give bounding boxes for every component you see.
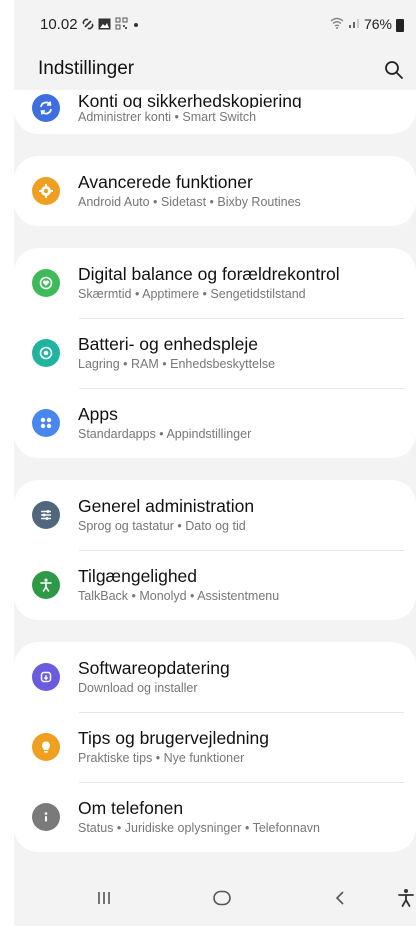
item-text: Generel administration Sprog og tastatur…: [78, 495, 254, 535]
settings-item-software-update[interactable]: Softwareopdatering Download og installer: [14, 642, 416, 712]
wifi-icon: [330, 17, 344, 32]
settings-item-accessibility[interactable]: Tilgængelighed TalkBack • Monolyd • Assi…: [14, 550, 416, 620]
item-subtitle: Sprog og tastatur • Dato og tid: [78, 519, 246, 533]
item-subtitle: Download og installer: [78, 681, 198, 695]
item-title: Konti og sikkerhedskopiering: [78, 94, 302, 108]
settings-item-digital-wellbeing[interactable]: Digital balance og forældrekontrol Skærm…: [14, 248, 416, 318]
battery-icon: [396, 18, 404, 32]
item-text: Batteri- og enhedspleje Lagring • RAM • …: [78, 333, 275, 373]
back-icon: [335, 891, 344, 905]
item-subtitle: Status • Juridiske oplysninger • Telefon…: [78, 821, 320, 835]
item-title: Apps: [78, 404, 118, 424]
accessibility-shortcut-icon: [398, 889, 414, 907]
search-icon: [385, 61, 403, 79]
image-icon: [98, 18, 111, 32]
settings-group-accounts: Konti og sikkerhedskopiering Administrer…: [14, 90, 416, 134]
item-text: Konti og sikkerhedskopiering Administrer…: [78, 94, 302, 126]
settings-item-tips-guide[interactable]: Tips og brugervejledning Praktiske tips …: [14, 712, 416, 782]
item-subtitle: Administrer konti • Smart Switch: [78, 110, 257, 124]
app-header: Indstillinger: [14, 50, 416, 90]
item-text: Tilgængelighed TalkBack • Monolyd • Assi…: [78, 565, 279, 605]
home-button[interactable]: [206, 886, 238, 910]
battery-percent: 76%: [363, 16, 392, 32]
dot-icon: [132, 19, 140, 31]
item-text: Apps Standardapps • Appindstillinger: [78, 403, 251, 443]
item-title: Avancerede funktioner: [78, 172, 253, 192]
status-time: 10.02: [40, 16, 78, 33]
status-right: 76%: [330, 16, 404, 32]
item-text: Softwareopdatering Download og installer: [78, 657, 230, 697]
search-button[interactable]: [378, 54, 410, 86]
settings-item-advanced-features[interactable]: Avancerede funktioner Android Auto • Sid…: [14, 156, 416, 226]
item-text: Om telefonen Status • Juridiske oplysnin…: [78, 797, 320, 837]
settings-group-advanced: Avancerede funktioner Android Auto • Sid…: [14, 156, 416, 226]
settings-item-accounts-backup[interactable]: Konti og sikkerhedskopiering Administrer…: [14, 90, 416, 134]
item-text: Tips og brugervejledning Praktiske tips …: [78, 727, 269, 767]
status-left: 10.02: [40, 16, 140, 33]
recent-apps-button[interactable]: [88, 886, 120, 910]
navigation-bar: [14, 868, 416, 926]
signal-icon: [348, 17, 360, 32]
recent-apps-icon: [98, 892, 110, 904]
link-icon: [82, 18, 94, 32]
item-title: Digital balance og forældrekontrol: [78, 264, 340, 284]
item-title: Tilgængelighed: [78, 566, 198, 586]
settings-item-battery-device-care[interactable]: Batteri- og enhedspleje Lagring • RAM • …: [14, 318, 416, 388]
screen: 10.02 76% Indstillinger Konti og sikkerh…: [0, 0, 416, 926]
settings-group-device: Digital balance og forældrekontrol Skærm…: [14, 248, 416, 458]
item-text: Digital balance og forældrekontrol Skærm…: [78, 263, 340, 303]
item-title: Softwareopdatering: [78, 658, 230, 678]
item-title: Om telefonen: [78, 798, 184, 818]
accessibility-icon: [32, 571, 60, 599]
gear-plus-icon: [32, 177, 60, 205]
item-subtitle: Android Auto • Sidetast • Bixby Routines: [78, 195, 301, 209]
lightbulb-icon: [32, 733, 60, 761]
settings-item-apps[interactable]: Apps Standardapps • Appindstillinger: [14, 388, 416, 458]
settings-item-about-phone[interactable]: Om telefonen Status • Juridiske oplysnin…: [14, 782, 416, 852]
device-care-icon: [32, 339, 60, 367]
info-icon: [32, 803, 60, 831]
back-button[interactable]: [324, 886, 356, 910]
item-subtitle: Lagring • RAM • Enhedsbeskyttelse: [78, 357, 276, 371]
heart-circle-icon: [32, 269, 60, 297]
accessibility-shortcut-button[interactable]: [390, 886, 416, 910]
item-title: Tips og brugervejledning: [78, 728, 269, 748]
item-subtitle: Standardapps • Appindstillinger: [78, 427, 252, 441]
item-subtitle: Praktiske tips • Nye funktioner: [78, 751, 245, 765]
status-bar: 10.02 76%: [14, 0, 416, 50]
item-subtitle: Skærmtid • Apptimere • Sengetidstilstand: [78, 287, 306, 301]
update-icon: [32, 663, 60, 691]
item-subtitle: TalkBack • Monolyd • Assistentmenu: [78, 589, 280, 603]
settings-group-about: Softwareopdatering Download og installer…: [14, 642, 416, 852]
home-icon: [213, 890, 231, 906]
sync-icon: [32, 94, 60, 122]
apps-grid-icon: [32, 409, 60, 437]
item-title: Generel administration: [78, 496, 255, 516]
page-title: Indstillinger: [38, 58, 135, 79]
settings-list: Konti og sikkerhedskopiering Administrer…: [14, 90, 416, 874]
phone-screen: 10.02 76% Indstillinger Konti og sikkerh…: [14, 0, 416, 926]
item-text: Avancerede funktioner Android Auto • Sid…: [78, 171, 301, 211]
qr-icon: [115, 17, 128, 32]
item-title: Batteri- og enhedspleje: [78, 334, 258, 354]
sliders-icon: [32, 501, 60, 529]
settings-item-general-management[interactable]: Generel administration Sprog og tastatur…: [14, 480, 416, 550]
settings-group-general: Generel administration Sprog og tastatur…: [14, 480, 416, 620]
